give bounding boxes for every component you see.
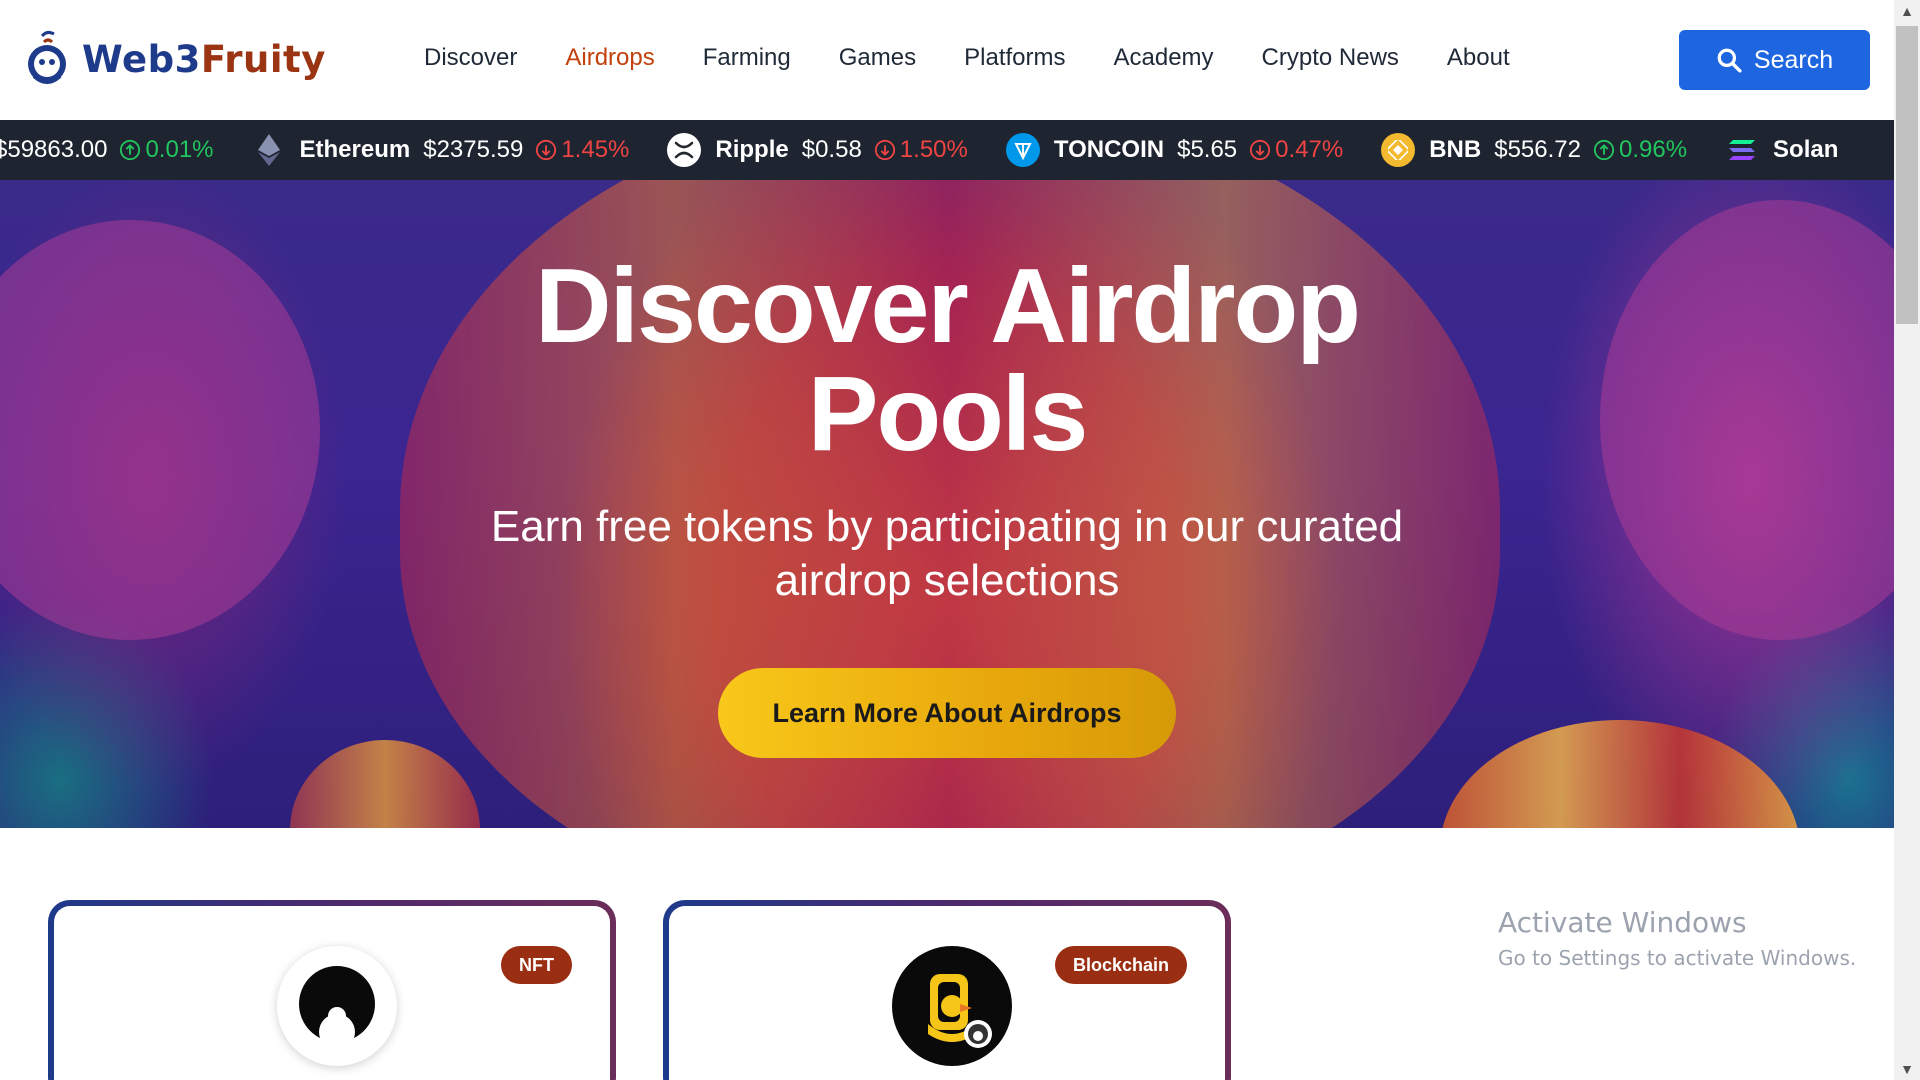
site-logo[interactable]: Web3Fruity (24, 30, 326, 88)
hero-subtitle-line1: Earn free tokens by participating in our… (490, 502, 1404, 551)
nav-games[interactable]: Games (839, 44, 916, 72)
ticker-change: 0.47% (1249, 136, 1343, 164)
nav-discover[interactable]: Discover (424, 44, 517, 72)
arrow-up-circle-icon (1593, 139, 1615, 161)
fruity-logo-icon (28, 30, 66, 84)
search-button-label: Search (1753, 45, 1834, 74)
hero-balloon-right (1440, 720, 1800, 828)
hero-title-line2: Pools (807, 355, 1089, 473)
main-nav: Discover Airdrops Farming Games Platform… (424, 44, 1510, 72)
airdrop-card-body: NFT (54, 906, 610, 1080)
ticker-name: TONCOIN (1053, 136, 1165, 163)
activate-windows-subtitle: Go to Settings to activate Windows. (1498, 946, 1857, 970)
ripple-icon (667, 133, 702, 167)
category-badge: Blockchain (1054, 946, 1187, 984)
ticker-price: $2375.59 (423, 136, 524, 163)
ticker-item-ethereum[interactable]: Ethereum $2375.59 1.45% (252, 133, 629, 167)
logo-text: Web3Fruity (82, 38, 326, 81)
arrow-down-circle-icon (536, 139, 557, 161)
hero-title: Discover Airdrop Pools (0, 252, 1894, 468)
nav-about[interactable]: About (1447, 44, 1510, 72)
ticker-change-value: 0.01% (145, 136, 214, 163)
arrow-up-circle-icon (120, 139, 141, 161)
page-scrollbar[interactable]: ▲ ▼ (1894, 0, 1920, 1080)
ticker-change-value: 1.50% (899, 136, 968, 163)
hero-subtitle-line2: airdrop selections (774, 556, 1120, 605)
category-badge: NFT (501, 946, 572, 984)
ticker-track: $59863.00 0.01% Ethereum $2375.59 1.45% … (0, 120, 1889, 180)
hero-balloon-left (290, 740, 480, 828)
activate-windows-title: Activate Windows (1498, 906, 1747, 939)
scroll-up-arrow-icon[interactable]: ▲ (1894, 0, 1920, 22)
logo-text-fruity: Fruity (200, 37, 326, 81)
ticker-change: 1.45% (535, 136, 629, 164)
ticker-item-toncoin[interactable]: TONCOIN $5.65 0.47% (1005, 133, 1343, 167)
toncoin-icon (1005, 133, 1040, 167)
logo-text-web3: Web3 (82, 37, 201, 81)
ticker-change: 0.96% (1593, 136, 1687, 164)
ticker-item-solana[interactable]: Solan (1725, 133, 1851, 167)
nav-platforms[interactable]: Platforms (964, 44, 1065, 72)
ticker-name: Ethereum (299, 136, 411, 163)
ticker-price: $59863.00 (0, 136, 108, 163)
ticker-price: $5.65 (1177, 136, 1238, 163)
solana-icon (1725, 133, 1759, 167)
ticker-name: BNB (1429, 136, 1482, 163)
duck-avatar-icon (892, 946, 1012, 1066)
nav-crypto-news[interactable]: Crypto News (1262, 44, 1399, 72)
ethereum-icon (252, 133, 286, 167)
ticker-change-value: 1.45% (561, 136, 630, 163)
ticker-item-bitcoin[interactable]: $59863.00 0.01% (0, 136, 214, 164)
airdrop-card-nft[interactable]: NFT (48, 900, 616, 1080)
nav-academy[interactable]: Academy (1113, 44, 1213, 72)
ticker-change-value: 0.47% (1275, 136, 1344, 163)
hero-subtitle: Earn free tokens by participating in our… (0, 500, 1894, 608)
arrow-down-circle-icon (1250, 139, 1271, 161)
learn-more-airdrops-button[interactable]: Learn More About Airdrops (718, 668, 1176, 758)
price-ticker: $59863.00 0.01% Ethereum $2375.59 1.45% … (0, 120, 1894, 180)
ticker-price: $0.58 (801, 136, 862, 163)
nav-airdrops[interactable]: Airdrops (565, 44, 654, 72)
ticker-name: Solan (1773, 136, 1839, 163)
arrow-down-circle-icon (874, 139, 895, 161)
hero-banner: Discover Airdrop Pools Earn free tokens … (0, 180, 1894, 828)
scroll-down-arrow-icon[interactable]: ▼ (1894, 1058, 1920, 1080)
search-icon (1717, 48, 1742, 73)
ticker-name: Ripple (715, 136, 789, 163)
scrollbar-thumb[interactable] (1896, 26, 1918, 324)
search-button[interactable]: Search (1679, 30, 1870, 90)
ticker-change-value: 0.96% (1618, 136, 1688, 163)
ticker-change: 0.01% (119, 136, 214, 164)
airdrop-card-body: Blockchain (669, 906, 1225, 1080)
ticker-change: 1.50% (874, 136, 968, 164)
ticker-item-ripple[interactable]: Ripple $0.58 1.50% (667, 133, 968, 167)
site-header: Web3Fruity Discover Airdrops Farming Gam… (0, 0, 1894, 120)
hero-title-line1: Discover Airdrop (534, 247, 1361, 365)
nav-farming[interactable]: Farming (703, 44, 791, 72)
ghost-avatar-icon (277, 946, 397, 1066)
ticker-item-bnb[interactable]: BNB $556.72 0.96% (1381, 133, 1687, 167)
bnb-icon (1381, 133, 1416, 167)
ticker-price: $556.72 (1494, 136, 1581, 163)
airdrop-card-blockchain[interactable]: Blockchain (663, 900, 1231, 1080)
